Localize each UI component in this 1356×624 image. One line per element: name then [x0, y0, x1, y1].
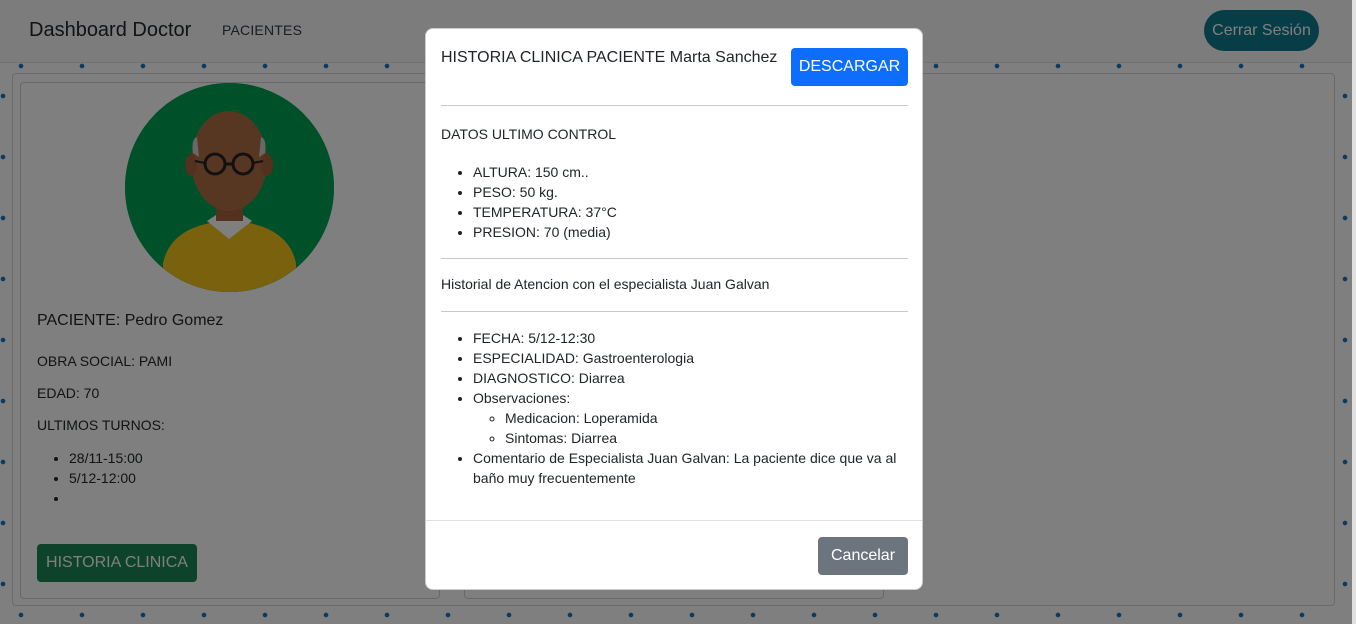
observaciones-item: Observaciones: Medicacion: Loperamida Si…	[473, 388, 903, 448]
divider	[441, 258, 908, 259]
atencion-list: FECHA: 5/12-12:30 ESPECIALIDAD: Gastroen…	[473, 328, 903, 488]
historia-clinica-modal: HISTORIA CLINICA PACIENTE Marta Sanchez …	[425, 28, 923, 590]
control-list: ALTURA: 150 cm.. PESO: 50 kg. TEMPERATUR…	[473, 162, 903, 242]
list-item: Sintomas: Diarrea	[505, 428, 903, 448]
cancel-button[interactable]: Cancelar	[818, 537, 908, 575]
divider	[441, 105, 908, 106]
comentario-item: Comentario de Especialista Juan Galvan: …	[473, 448, 903, 488]
divider	[441, 311, 908, 312]
list-item: PRESION: 70 (media)	[473, 222, 903, 242]
list-item: PESO: 50 kg.	[473, 182, 903, 202]
list-item: ALTURA: 150 cm..	[473, 162, 903, 182]
list-item: Medicacion: Loperamida	[505, 408, 903, 428]
observaciones-list: Medicacion: Loperamida Sintomas: Diarrea	[473, 408, 903, 448]
fecha-item: FECHA: 5/12-12:30	[473, 328, 903, 348]
modal-footer-divider	[426, 520, 922, 521]
diagnostico-item: DIAGNOSTICO: Diarrea	[473, 368, 903, 388]
historial-section-title: Historial de Atencion con el especialist…	[441, 276, 770, 292]
page-scrollbar[interactable]	[1352, 0, 1356, 624]
modal-title: HISTORIA CLINICA PACIENTE Marta Sanchez	[441, 49, 778, 66]
especialidad-item: ESPECIALIDAD: Gastroenterologia	[473, 348, 903, 368]
download-button[interactable]: DESCARGAR	[791, 48, 908, 86]
list-item: TEMPERATURA: 37°C	[473, 202, 903, 222]
observaciones-label: Observaciones:	[473, 390, 571, 406]
control-section-title: DATOS ULTIMO CONTROL	[441, 126, 617, 142]
